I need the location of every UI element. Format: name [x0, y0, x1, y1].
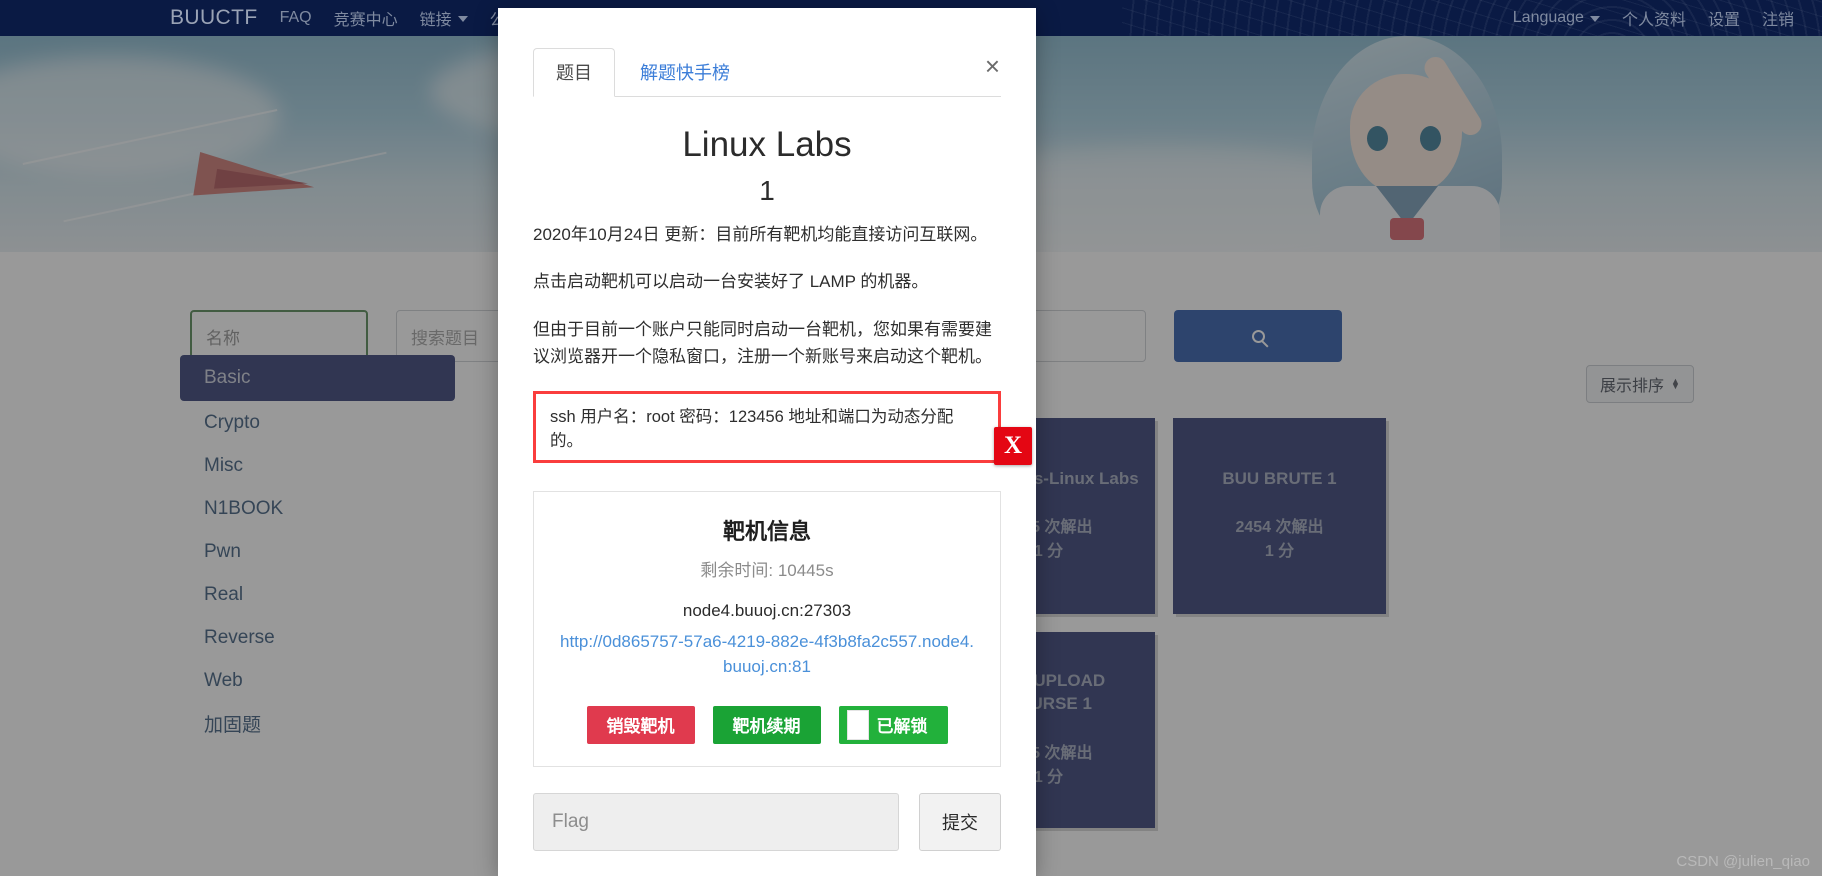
- button-label: 已解锁: [876, 717, 928, 737]
- ssh-credentials-highlight: ssh 用户名：root 密码：123456 地址和端口为动态分配的。: [533, 390, 1001, 463]
- remaining-time: 剩余时间: 10445s: [700, 560, 834, 580]
- node-address[interactable]: node4.buuoj.cn:27303: [550, 601, 984, 621]
- nav-label: 设置: [1707, 12, 1740, 29]
- brand-logo[interactable]: BUUCTF: [170, 6, 258, 30]
- nav-link-logout[interactable]: 注销: [1762, 6, 1794, 30]
- target-panel-heading: 靶机信息: [722, 518, 811, 544]
- x-marker-badge: X: [994, 427, 1032, 465]
- submit-flag-button[interactable]: 提交: [919, 792, 1001, 851]
- app-root: 名称 搜索题目 Basic Crypto Misc N1BOOK Pwn: [0, 0, 1822, 876]
- tab-fastest-solvers[interactable]: 解题快手榜: [617, 48, 753, 97]
- nav-link-settings[interactable]: 设置: [1708, 6, 1740, 30]
- challenge-title: Linux Labs: [682, 125, 852, 164]
- target-machine-panel: 靶机信息 剩余时间: 10445s node4.buuoj.cn:27303 h…: [533, 490, 1001, 767]
- nav-label: Language: [1512, 9, 1584, 26]
- target-action-buttons: 销毁靶机 靶机续期 已解锁: [550, 705, 984, 744]
- button-label: 提交: [942, 812, 978, 833]
- target-url-link[interactable]: http://0d865757-57a6-4219-882e-4f3b8fa2c…: [550, 629, 984, 680]
- broken-image-icon: [846, 709, 869, 740]
- nav-label: 链接: [419, 12, 452, 29]
- unlocked-button[interactable]: 已解锁: [838, 705, 948, 744]
- challenge-points: 1: [759, 174, 775, 206]
- chevron-down-icon: [1589, 16, 1600, 22]
- tab-label: 解题快手榜: [640, 63, 730, 83]
- nav-label: 个人资料: [1621, 12, 1686, 29]
- ssh-credentials-text: ssh 用户名：root 密码：123456 地址和端口为动态分配的。: [550, 407, 954, 450]
- renew-target-button[interactable]: 靶机续期: [712, 705, 821, 744]
- watermark: CSDN @julien_qiao: [1676, 853, 1810, 870]
- nav-label: 注销: [1761, 12, 1794, 29]
- chevron-down-icon: [457, 16, 468, 22]
- description-paragraph: 但由于目前一个账户只能同时启动一台靶机，您如果有需要建议浏览器开一个隐私窗口，注…: [533, 319, 992, 367]
- nav-label: FAQ: [279, 9, 312, 26]
- navbar-right-links: Language 个人资料 设置 注销: [1513, 6, 1794, 30]
- modal-tabs: 题目 解题快手榜: [533, 48, 1001, 97]
- nav-link-profile[interactable]: 个人资料: [1622, 6, 1686, 30]
- challenge-modal: × 题目 解题快手榜 Linux Labs 1 2020年10月24日 更新：目…: [498, 8, 1036, 876]
- nav-link-faq[interactable]: FAQ: [280, 9, 312, 27]
- nav-link-links[interactable]: 链接: [420, 6, 468, 30]
- nav-link-language[interactable]: Language: [1513, 9, 1600, 27]
- tab-challenge[interactable]: 题目: [533, 48, 615, 97]
- modal-body: Linux Labs 1 2020年10月24日 更新：目前所有靶机均能直接访问…: [533, 108, 1001, 851]
- button-label: 靶机续期: [732, 717, 801, 737]
- flag-input[interactable]: [533, 792, 899, 851]
- flag-submission-row: 提交: [533, 792, 1001, 851]
- button-label: 销毁靶机: [606, 717, 675, 737]
- destroy-target-button[interactable]: 销毁靶机: [586, 705, 695, 744]
- x-badge-label: X: [1003, 432, 1023, 459]
- nav-label: 竞赛中心: [333, 12, 398, 29]
- tab-label: 题目: [556, 63, 592, 83]
- description-paragraph: 2020年10月24日 更新：目前所有靶机均能直接访问互联网。: [533, 224, 988, 244]
- description-paragraph: 点击启动靶机可以启动一台安装好了 LAMP 的机器。: [533, 272, 929, 292]
- nav-link-contest-center[interactable]: 竞赛中心: [334, 6, 398, 30]
